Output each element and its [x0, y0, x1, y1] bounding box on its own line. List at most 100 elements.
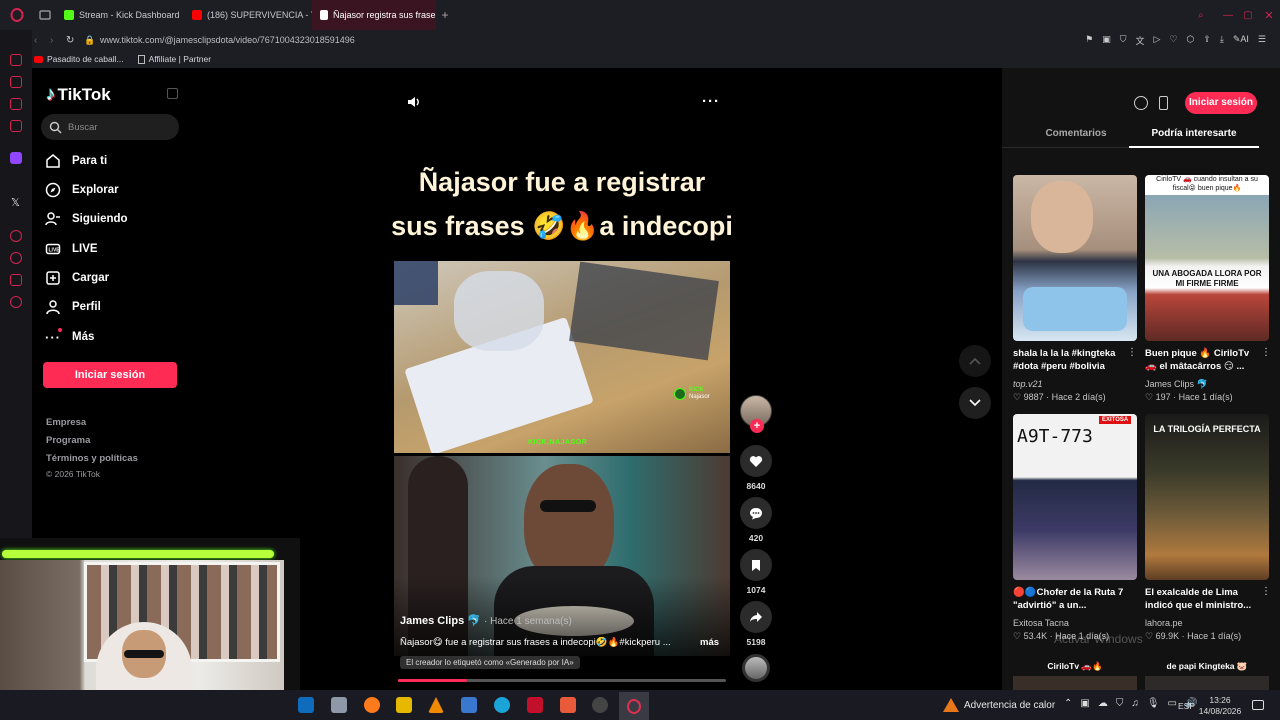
sound-disc-avatar[interactable] — [742, 654, 770, 682]
tab-overview-icon[interactable] — [34, 10, 56, 20]
cloud-icon[interactable]: ☁ — [1098, 698, 1108, 709]
maximize-button[interactable]: ▢ — [1238, 10, 1258, 21]
next-row-thumb[interactable] — [1145, 676, 1269, 690]
save-button[interactable] — [740, 549, 772, 581]
twitch-icon[interactable] — [10, 152, 22, 164]
security-icon[interactable]: ⛉ — [1116, 698, 1124, 709]
notifications-icon[interactable] — [1252, 700, 1264, 710]
tab-kick-dashboard[interactable]: Stream - Kick Dashboard — [56, 0, 184, 30]
tab-podria-interesarte[interactable]: Podría interesarte — [1130, 128, 1258, 139]
search-box[interactable]: Buscar — [41, 114, 179, 140]
video-progress-track[interactable] — [398, 679, 726, 682]
streaming-app-icon[interactable] — [560, 697, 576, 713]
aria-icon[interactable] — [10, 76, 22, 88]
previous-video-button[interactable] — [959, 345, 991, 377]
suggested-video-title[interactable]: 🔴🔵Chofer de la Ruta 7 "advirtió" a un... — [1013, 586, 1129, 612]
forward-button[interactable]: › — [50, 35, 66, 46]
tab-tiktok[interactable]: Ñajasor registra sus frases — [312, 0, 436, 30]
next-video-button[interactable] — [959, 387, 991, 419]
suggested-video-thumb[interactable]: EXITOSA A9T-773 — [1013, 414, 1137, 580]
collapse-sidebar-icon[interactable] — [167, 88, 178, 99]
shield-icon[interactable]: ⛉ — [1120, 34, 1127, 47]
nav-perfil[interactable]: Perfil — [44, 298, 101, 316]
player-icon[interactable]: ▷ — [1153, 34, 1160, 47]
share-button[interactable] — [740, 601, 772, 633]
firefox-icon[interactable] — [364, 697, 380, 713]
suggested-video-thumb[interactable] — [1013, 175, 1137, 341]
card-more-icon[interactable]: ⋮ — [1127, 347, 1137, 358]
copilot-icon[interactable] — [396, 697, 412, 713]
nav-cargar[interactable]: Cargar — [44, 269, 109, 287]
bookmark-item[interactable]: Pasadito de caball... — [34, 54, 124, 64]
extensions-sidebar-icon[interactable] — [10, 274, 22, 286]
suggested-video-title[interactable]: Buen pique 🔥 CiriloTv 🚗 el mâtacârros 😏 … — [1145, 347, 1257, 373]
x-twitter-icon[interactable]: 𝕏 — [11, 196, 20, 209]
language-indicator[interactable]: ESP — [1178, 701, 1195, 711]
follow-plus-button[interactable]: + — [750, 419, 764, 433]
opera-taskbar-button[interactable] — [619, 692, 649, 720]
nav-mas[interactable]: ··· Más — [44, 328, 94, 346]
volume-icon[interactable] — [407, 95, 421, 114]
opera-logo-icon[interactable] — [0, 8, 34, 22]
tab-comentarios[interactable]: Comentarios — [1002, 128, 1150, 139]
network-icon[interactable]: ▭ — [1168, 698, 1177, 709]
edge-icon[interactable] — [494, 697, 510, 713]
tab-youtube[interactable]: (186) SUPERVIVENCIA - Yo — [184, 0, 312, 30]
tray-app-icon[interactable]: ▣ — [1080, 698, 1089, 709]
card-more-icon[interactable]: ⋮ — [1261, 586, 1271, 597]
video-more-options-icon[interactable]: ··· — [702, 93, 720, 110]
suggested-video-author[interactable]: Exitosa Tacna — [1013, 618, 1069, 628]
suggested-video-title[interactable]: shala la la la #kingteka #dota #peru #bo… — [1013, 347, 1123, 373]
suggested-video-thumb[interactable]: CiriloTV 🚗 cuando insultan a su fiscal😝 … — [1145, 175, 1269, 341]
device-icon[interactable] — [1159, 96, 1168, 110]
heat-warning-label[interactable]: Advertencia de calor — [964, 700, 1055, 711]
app-icon[interactable] — [527, 697, 543, 713]
right-login-button[interactable]: Iniciar sesión — [1185, 92, 1257, 114]
back-button[interactable]: ‹ — [34, 35, 50, 46]
translate-icon[interactable]: 文 — [1135, 34, 1144, 47]
menu-icon[interactable]: ☰ — [1258, 34, 1266, 47]
footer-link-empresa[interactable]: Empresa — [46, 417, 86, 428]
minimize-button[interactable]: — — [1218, 10, 1238, 21]
file-explorer-icon[interactable] — [331, 697, 347, 713]
clock-icon[interactable] — [10, 252, 22, 264]
share-icon[interactable]: ⇪ — [1203, 34, 1211, 47]
comment-button[interactable] — [740, 497, 772, 529]
suggested-video-title[interactable]: CiriloTv 🚗🔥 — [1013, 660, 1137, 673]
footer-link-programa[interactable]: Programa — [46, 435, 90, 446]
bookmark-item[interactable]: Affiliate | Partner — [137, 54, 211, 65]
coin-icon[interactable] — [1134, 96, 1148, 110]
nav-live[interactable]: LIVE LIVE — [44, 240, 98, 258]
suggested-video-title[interactable]: de papi Kingteka 🐷 — [1145, 660, 1269, 673]
suggested-video-author[interactable]: top.v21 — [1013, 379, 1043, 389]
footer-link-terminos[interactable]: Términos y políticas — [46, 453, 138, 464]
new-tab-button[interactable]: + — [436, 8, 454, 22]
nav-siguiendo[interactable]: Siguiendo — [44, 210, 128, 228]
like-button[interactable] — [740, 445, 772, 477]
home-icon[interactable] — [10, 54, 22, 66]
video-frame-top[interactable]: KICK Najasor KICK.NAJASOR — [394, 261, 730, 453]
suggested-video-title[interactable]: El exalcalde de Lima indicó que el minis… — [1145, 586, 1257, 612]
caption-more-link[interactable]: más — [700, 637, 719, 648]
close-window-button[interactable]: ✕ — [1258, 9, 1280, 22]
suggested-video-author[interactable]: lahora.pe — [1145, 618, 1183, 628]
extensions-icon[interactable]: ⬡ — [1186, 34, 1194, 47]
suggested-video-author[interactable]: James Clips 🐬 — [1145, 379, 1208, 390]
card-more-icon[interactable]: ⋮ — [1261, 347, 1271, 358]
nav-explorar[interactable]: Explorar — [44, 181, 119, 199]
messenger-icon[interactable] — [10, 98, 22, 110]
search-tabs-icon[interactable]: ⌕ — [1198, 10, 1218, 21]
news-icon[interactable] — [10, 120, 22, 132]
chevron-up-icon[interactable]: ⌃ — [1064, 698, 1072, 709]
login-button[interactable]: Iniciar sesión — [43, 362, 177, 388]
clock[interactable]: 13:26 14/08/2026 — [1196, 695, 1244, 717]
settings-icon[interactable] — [10, 296, 22, 308]
calculator-icon[interactable] — [461, 697, 477, 713]
history-icon[interactable] — [10, 230, 22, 242]
outlook-icon[interactable] — [298, 697, 314, 713]
url-field[interactable]: www.tiktok.com/@jamesclipsdota/video/767… — [100, 35, 355, 45]
ai-icon[interactable]: ✎AI — [1233, 34, 1249, 47]
author-name[interactable]: James Clips 🐬 — [400, 615, 481, 627]
next-row-thumb[interactable] — [1013, 676, 1137, 690]
bookmark-icon[interactable]: ⚑ — [1085, 34, 1093, 47]
